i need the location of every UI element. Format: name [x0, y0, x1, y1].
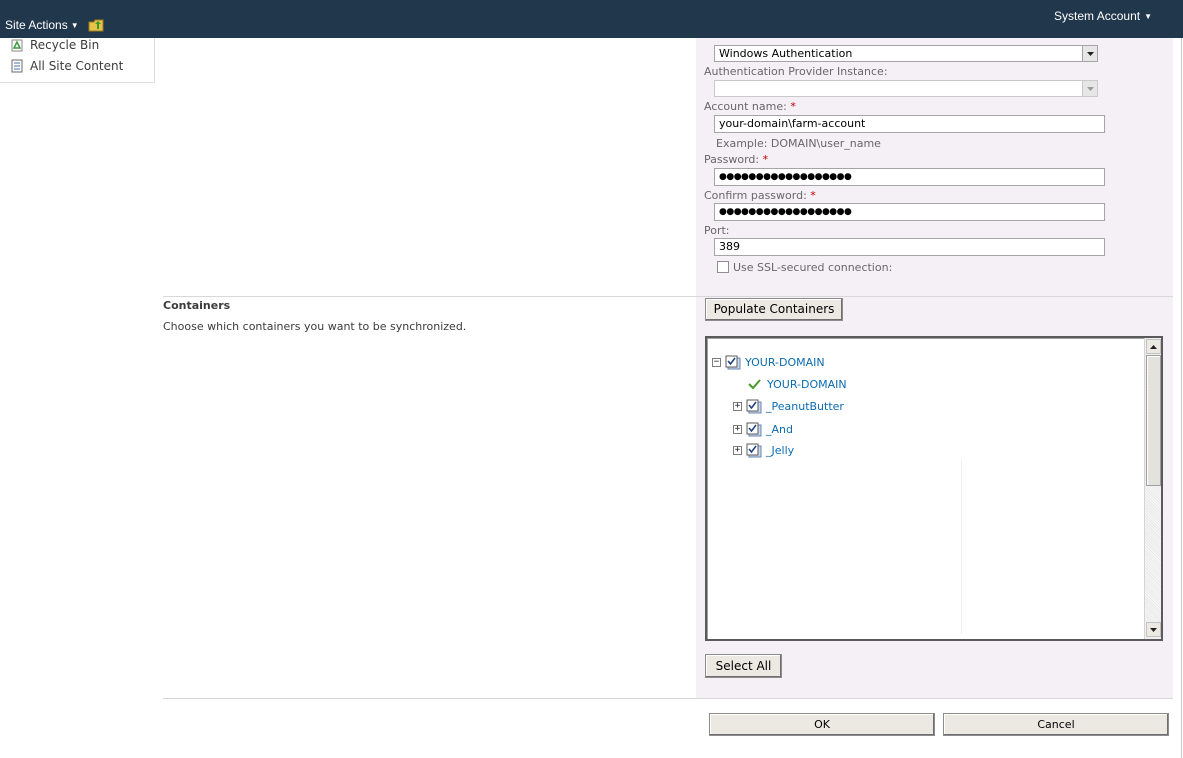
tree-node-peanutbutter[interactable]: + _PeanutButter	[733, 397, 853, 415]
account-name-example: Example: DOMAIN\user_name	[716, 137, 881, 150]
quicklaunch-all-site-content[interactable]: All Site Content	[10, 59, 123, 73]
scrollbar-thumb[interactable]	[1146, 355, 1161, 486]
section-divider	[163, 296, 1173, 297]
account-name-value: your-domain\farm-account	[719, 117, 866, 130]
scroll-up-icon[interactable]	[1146, 339, 1161, 354]
tree-node-label[interactable]: YOUR-DOMAIN	[743, 356, 825, 369]
quicklaunch-recycle-bin[interactable]: Recycle Bin	[10, 38, 99, 52]
tree-node-and[interactable]: + _And	[733, 420, 867, 438]
navigate-up-icon[interactable]	[88, 18, 104, 32]
tree-node-label[interactable]: YOUR-DOMAIN	[765, 378, 847, 391]
required-marker: *	[810, 189, 816, 202]
confirm-password-value: ●●●●●●●●●●●●●●●●●●	[719, 207, 852, 217]
auth-provider-type-value: Windows Authentication	[719, 47, 853, 60]
tree-node-root[interactable]: − YOUR-DOMAIN	[712, 353, 860, 371]
account-name-input[interactable]: your-domain\farm-account	[714, 115, 1105, 133]
page-edge	[1181, 38, 1182, 758]
password-label: Password: *	[704, 153, 768, 166]
password-label-text: Password:	[704, 153, 760, 166]
expand-icon[interactable]: +	[733, 445, 742, 455]
auth-provider-instance-label: Authentication Provider Instance:	[704, 65, 888, 78]
port-value: 389	[719, 240, 740, 253]
auth-provider-instance-select[interactable]	[714, 80, 1098, 97]
tree-node-label[interactable]: _And	[764, 423, 793, 436]
populate-containers-button[interactable]: Populate Containers	[705, 298, 843, 321]
ok-button[interactable]: OK	[709, 713, 935, 736]
expand-icon[interactable]: +	[733, 401, 742, 411]
containers-description: Choose which containers you want to be s…	[163, 320, 467, 333]
document-list-icon	[11, 59, 23, 73]
checkmark-icon	[748, 379, 761, 390]
password-value: ●●●●●●●●●●●●●●●●●●	[719, 172, 852, 182]
tree-node-label[interactable]: _PeanutButter	[764, 400, 844, 413]
quick-launch: Recycle Bin All Site Content	[0, 38, 155, 83]
footer-divider	[163, 698, 1173, 699]
checked-container-icon[interactable]	[725, 355, 741, 370]
checked-container-icon[interactable]	[746, 443, 762, 458]
collapse-icon[interactable]: −	[712, 357, 721, 367]
confirm-password-input[interactable]: ●●●●●●●●●●●●●●●●●●	[714, 203, 1105, 221]
auth-provider-type-select[interactable]: Windows Authentication	[714, 45, 1098, 62]
tree-blank-area	[724, 460, 962, 634]
ribbon-bar: Site Actions ▼ System Account ▼	[0, 0, 1183, 38]
chevron-down-icon: ▼	[70, 21, 79, 30]
site-actions-menu[interactable]: Site Actions ▼	[5, 18, 79, 32]
quicklaunch-item-label: All Site Content	[30, 59, 124, 73]
tree-scrollbar[interactable]	[1144, 338, 1161, 639]
quicklaunch-item-label: Recycle Bin	[30, 38, 100, 52]
scroll-down-icon[interactable]	[1146, 622, 1161, 637]
confirm-password-label-text: Confirm password:	[704, 189, 807, 202]
password-input[interactable]: ●●●●●●●●●●●●●●●●●●	[714, 168, 1105, 186]
dropdown-arrow-icon	[1082, 81, 1097, 96]
account-name-label: Account name: *	[704, 100, 796, 113]
cancel-button[interactable]: Cancel	[943, 713, 1169, 736]
port-input[interactable]: 389	[714, 238, 1105, 256]
dropdown-arrow-icon	[1082, 46, 1097, 61]
containers-title: Containers	[163, 299, 231, 312]
account-name-label-text: Account name:	[704, 100, 787, 113]
tree-node-label[interactable]: _Jelly	[764, 444, 794, 457]
ssl-checkbox[interactable]	[717, 261, 729, 273]
checked-container-icon[interactable]	[746, 399, 762, 414]
ssl-label: Use SSL-secured connection:	[733, 261, 893, 274]
tree-node-root-child[interactable]: YOUR-DOMAIN	[748, 375, 874, 393]
required-marker: *	[762, 153, 769, 166]
confirm-password-label: Confirm password: *	[704, 189, 816, 202]
port-label: Port:	[704, 224, 730, 237]
user-name: System Account	[1054, 9, 1141, 23]
expand-icon[interactable]: +	[733, 424, 742, 434]
site-actions-label: Site Actions	[5, 18, 68, 32]
recycle-bin-icon	[11, 39, 23, 52]
required-marker: *	[790, 100, 796, 113]
chevron-down-icon: ▼	[1144, 12, 1152, 21]
select-all-button[interactable]: Select All	[705, 654, 782, 678]
user-menu[interactable]: System Account ▼	[1054, 9, 1152, 23]
tree-node-jelly[interactable]: + _Jelly	[733, 441, 845, 459]
checked-container-icon[interactable]	[746, 422, 762, 437]
